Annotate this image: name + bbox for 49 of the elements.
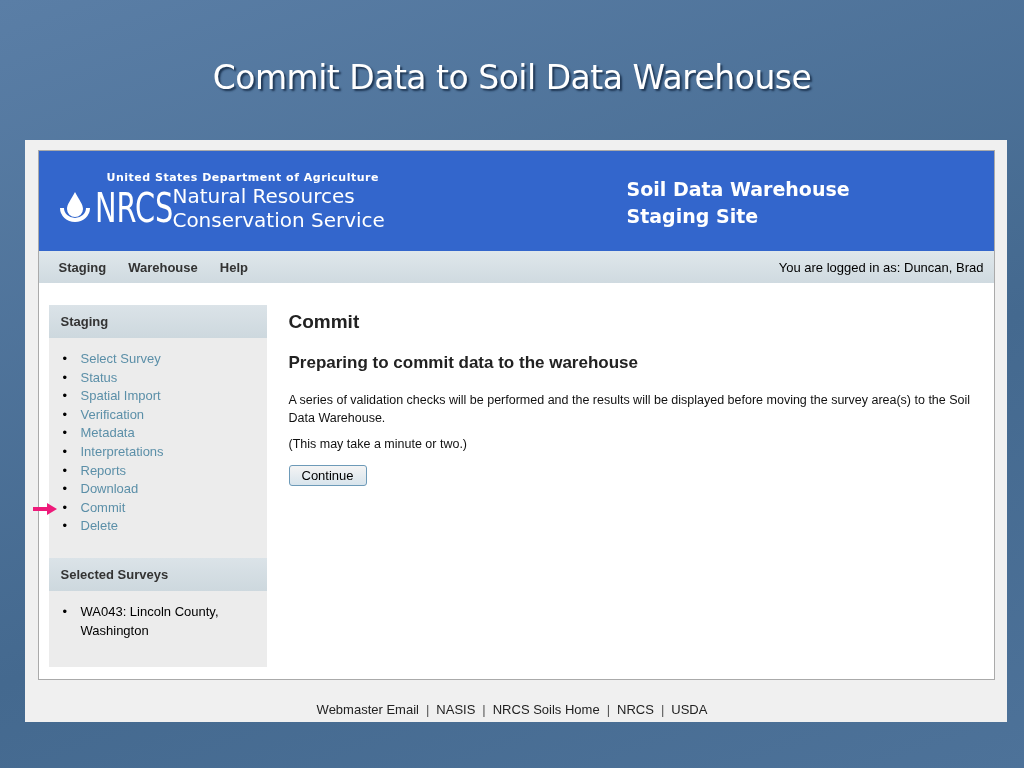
agency-name: Conservation Service	[172, 207, 385, 232]
agency-name: Natural Resources	[172, 183, 356, 208]
nav-link[interactable]: Help	[219, 259, 248, 275]
survey-name: WA043: Lincoln County, Washington	[80, 602, 220, 640]
bullet: •	[62, 424, 69, 443]
footer-link[interactable]: NASIS	[436, 702, 476, 717]
footer-link[interactable]: Webmaster Email	[316, 702, 419, 717]
nav-link[interactable]: Warehouse	[128, 259, 198, 275]
bullet: •	[62, 498, 69, 517]
separator: |	[424, 702, 431, 717]
continue-button[interactable]: Continue	[288, 465, 367, 486]
separator: |	[605, 702, 612, 717]
paragraph: A series of validation checks will be performed and the results will be displayed before moving the survey area(s) to the Soil Data Warehouse.	[288, 392, 972, 427]
bullet: •	[62, 517, 69, 536]
sidebar-link[interactable]: Delete	[80, 517, 119, 536]
sidebar-heading: Staging	[48, 305, 267, 338]
sidebar-link[interactable]: Metadata	[80, 424, 135, 443]
sidebar-link[interactable]: Commit	[80, 498, 126, 518]
site-title: Soil Data Warehouse	[626, 177, 850, 202]
footer-link[interactable]: NRCS	[617, 702, 654, 717]
sidebar-link[interactable]: Download	[80, 480, 139, 499]
section-heading: Preparing to commit data to the warehouse	[288, 353, 638, 373]
bullet: •	[62, 387, 69, 406]
bullet: •	[62, 442, 69, 461]
agency-text: United States Department of Agriculture	[106, 170, 380, 184]
logo-text: NRCS	[94, 184, 173, 231]
bullet: •	[62, 480, 69, 499]
bullet: •	[62, 368, 69, 387]
page-heading: Commit	[288, 311, 360, 333]
sidebar-link[interactable]: Select Survey	[80, 350, 161, 369]
sidebar-link[interactable]: Interpretations	[80, 442, 164, 462]
sidebar-heading: Selected Surveys	[48, 557, 267, 591]
sidebar-link[interactable]: Status	[80, 368, 118, 388]
footer-link[interactable]: USDA	[671, 702, 708, 717]
footer-link[interactable]: NRCS Soils Home	[492, 702, 600, 717]
separator: |	[659, 702, 666, 717]
login-status: You are logged in as: Duncan, Brad	[778, 259, 984, 275]
separator: |	[481, 702, 487, 717]
bullet: •	[62, 405, 69, 424]
paragraph: (This may take a minute or two.)	[288, 436, 468, 453]
bullet: •	[62, 461, 69, 480]
nav-link[interactable]: Staging	[58, 259, 107, 275]
bullet: •	[62, 350, 69, 368]
sidebar-link[interactable]: Spatial Import	[80, 387, 161, 406]
bullet: •	[62, 602, 69, 621]
sidebar-link[interactable]: Reports	[80, 461, 127, 481]
sidebar-link[interactable]: Verification	[80, 405, 145, 425]
site-title: Staging Site	[626, 204, 760, 229]
slide-title: Commit Data to Soil Data Warehouse	[212, 58, 812, 99]
